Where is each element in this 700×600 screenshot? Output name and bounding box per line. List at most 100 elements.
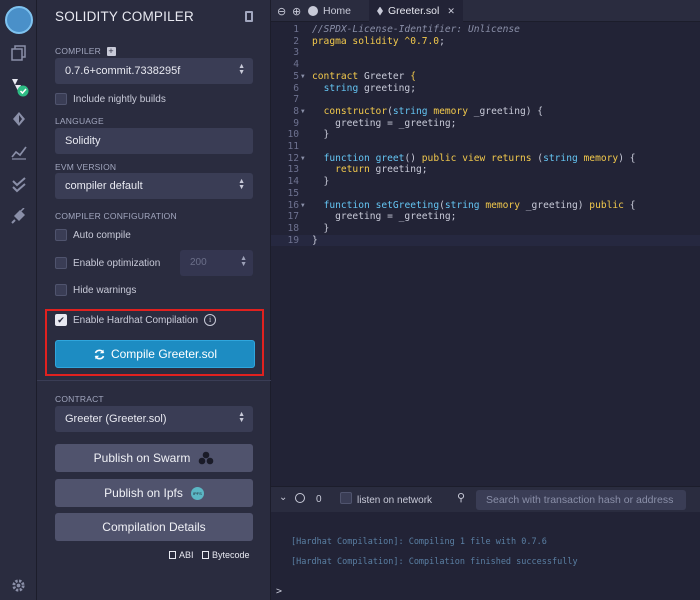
- code-line[interactable]: 4: [271, 59, 700, 71]
- code-line[interactable]: 17 greeting = _greeting;: [271, 211, 700, 223]
- code-line[interactable]: 19}: [271, 234, 700, 247]
- fold-arrow-icon[interactable]: ▼: [301, 153, 305, 165]
- publish-swarm-button[interactable]: Publish on Swarm: [55, 444, 253, 472]
- evm-version-select[interactable]: compiler default ▲ ▼: [55, 173, 253, 199]
- code-text: }: [312, 222, 330, 234]
- code-line[interactable]: 15: [271, 188, 700, 200]
- zoom-in-icon[interactable]: ⊕: [292, 0, 301, 22]
- code-line[interactable]: 2 pragma solidity ^0.7.0;: [271, 36, 700, 48]
- divider: [37, 380, 271, 381]
- hide-warnings-checkbox[interactable]: Hide warnings: [55, 284, 136, 296]
- code-text: string greeting;: [323, 82, 416, 94]
- settings-icon[interactable]: [0, 570, 37, 600]
- code-text: }: [312, 129, 330, 141]
- panel-docs-icon[interactable]: [245, 11, 253, 22]
- line-number: 4: [293, 59, 299, 71]
- remix-logo-icon[interactable]: [0, 4, 37, 36]
- line-number: 13: [287, 164, 299, 176]
- code-line[interactable]: 9 greeting = _greeting;: [271, 118, 700, 130]
- code-line[interactable]: 13 return greeting;: [271, 164, 700, 176]
- code-text: //SPDX-License-Identifier: Unlicense: [312, 24, 520, 35]
- plugin-manager-icon[interactable]: [0, 201, 37, 231]
- nightly-builds-checkbox[interactable]: Include nightly builds: [55, 93, 166, 105]
- solidity-compiler-icon[interactable]: [0, 72, 37, 102]
- bytecode-copy-button[interactable]: Bytecode: [202, 550, 250, 560]
- line-number: 14: [287, 176, 299, 188]
- tab-greeter-sol[interactable]: Greeter.sol ✕: [369, 0, 463, 22]
- optimization-runs-input[interactable]: 200 ▲ ▼: [180, 250, 253, 276]
- terminal-message: [Hardhat Compilation]: Compiling 1 file …: [291, 537, 547, 547]
- search-icon: ⚲: [457, 492, 466, 504]
- select-arrows-icon: ▲ ▼: [238, 63, 245, 76]
- transaction-search-input[interactable]: Search with transaction hash or address: [476, 490, 686, 510]
- line-number: 16: [287, 199, 299, 211]
- code-line[interactable]: 14 }: [271, 176, 700, 188]
- code-line[interactable]: 3: [271, 47, 700, 59]
- pending-count: 0: [316, 494, 322, 505]
- code-text: function greet() public view returns (st…: [323, 152, 636, 164]
- code-line[interactable]: 18 }: [271, 223, 700, 235]
- add-compiler-icon[interactable]: +: [106, 47, 116, 56]
- analysis-icon[interactable]: [0, 137, 37, 167]
- panel-title: SOLIDITY COMPILER: [55, 9, 194, 24]
- icon-rail: [0, 0, 37, 600]
- close-icon[interactable]: ✕: [447, 6, 455, 17]
- code-line[interactable]: 5 ▼ contract Greeter {: [271, 71, 700, 83]
- copy-icon: [202, 551, 209, 559]
- terminal-prompt[interactable]: >: [276, 586, 282, 597]
- deploy-run-icon[interactable]: [0, 104, 37, 134]
- language-select[interactable]: Solidity: [55, 128, 253, 154]
- fold-arrow-icon[interactable]: ▼: [301, 106, 305, 118]
- listen-network-checkbox[interactable]: [340, 492, 352, 504]
- fold-arrow-icon[interactable]: ▼: [301, 71, 305, 83]
- terminal-message: [Hardhat Compilation]: Compilation finis…: [291, 557, 578, 567]
- contract-select[interactable]: Greeter (Greeter.sol) ▲ ▼: [55, 406, 253, 432]
- code-line[interactable]: 10 }: [271, 129, 700, 141]
- auto-compile-checkbox[interactable]: Auto compile: [55, 229, 131, 241]
- stepper-icon: ▲ ▼: [240, 255, 247, 268]
- language-label: LANGUAGE: [55, 116, 104, 126]
- compiler-select[interactable]: 0.7.6+commit.7338295f ▲ ▼: [55, 58, 253, 84]
- line-number: 3: [293, 47, 299, 59]
- code-line[interactable]: 8 ▼ constructor(string memory _greeting) …: [271, 106, 700, 118]
- swarm-icon: [199, 451, 214, 465]
- code-line[interactable]: 12 ▼ function greet() public view returns…: [271, 153, 700, 165]
- zoom-out-icon[interactable]: ⊖: [277, 0, 286, 22]
- config-label: COMPILER CONFIGURATION: [55, 211, 177, 221]
- line-number: 17: [287, 211, 299, 223]
- line-number: 2: [293, 35, 299, 47]
- publish-ipfs-button[interactable]: Publish on Ipfs IPFS: [55, 479, 253, 507]
- terminal-output: [Hardhat Compilation]: Compiling 1 file …: [271, 512, 700, 600]
- code-line[interactable]: 16 ▼ function setGreeting(string memory _…: [271, 200, 700, 212]
- solidity-file-icon: [377, 6, 383, 16]
- code-line[interactable]: 7: [271, 94, 700, 106]
- code-line[interactable]: 6 string greeting;: [271, 83, 700, 95]
- enable-optimization-checkbox[interactable]: Enable optimization: [55, 257, 160, 269]
- code-text: function setGreeting(string memory _gree…: [323, 199, 636, 211]
- code-line[interactable]: 1 //SPDX-License-Identifier: Unlicense: [271, 24, 700, 36]
- fold-arrow-icon[interactable]: ▼: [301, 200, 305, 212]
- highlight-box: [45, 309, 264, 376]
- compilation-details-button[interactable]: Compilation Details: [55, 513, 253, 541]
- select-arrows-icon: ▲ ▼: [238, 411, 245, 424]
- code-text: greeting = _greeting;: [312, 211, 457, 223]
- terminal-toolbar: ⌄ 0 listen on network ⚲ Search with tran…: [271, 486, 700, 512]
- code-line[interactable]: 11: [271, 141, 700, 153]
- line-number: 6: [293, 82, 299, 94]
- abi-copy-button[interactable]: ABI: [169, 550, 194, 560]
- line-number: 1: [293, 24, 299, 35]
- testing-icon[interactable]: [0, 170, 37, 200]
- line-number: 10: [287, 129, 299, 141]
- code-text: }: [312, 234, 318, 246]
- clear-console-icon[interactable]: [295, 493, 305, 503]
- code-editor[interactable]: 1 //SPDX-License-Identifier: Unlicense 2 pr…: [271, 22, 700, 482]
- contract-label: CONTRACT: [55, 394, 104, 404]
- tab-home[interactable]: Home: [308, 0, 351, 22]
- file-explorer-icon[interactable]: [0, 38, 37, 68]
- evm-version-label: EVM VERSION: [55, 162, 117, 172]
- collapse-terminal-icon[interactable]: ⌄: [279, 492, 287, 503]
- code-text: constructor(string memory _greeting) {: [323, 105, 544, 117]
- line-number: 15: [287, 187, 299, 199]
- select-arrows-icon: ▲ ▼: [238, 178, 245, 191]
- line-number: 19: [287, 234, 299, 246]
